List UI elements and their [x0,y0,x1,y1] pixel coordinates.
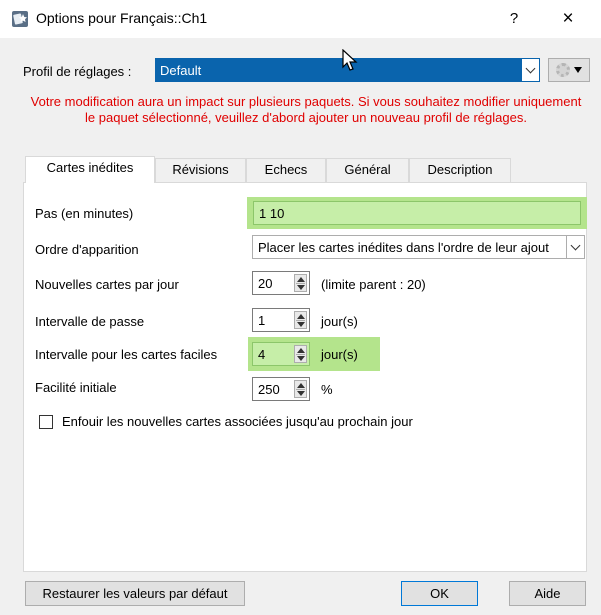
graduating-interval-value: 1 [258,313,266,328]
tab-description[interactable]: Description [409,158,511,182]
close-button[interactable]: × [552,7,584,31]
order-value: Placer les cartes inédites dans l'ordre … [258,240,549,255]
new-per-day-value: 20 [258,276,273,291]
spin-arrows-icon[interactable] [294,311,307,329]
easy-interval-value: 4 [258,347,266,362]
starting-ease-spinbox[interactable]: 250 [252,377,310,401]
new-per-day-spinbox[interactable]: 20 [252,271,310,295]
starting-ease-suffix: % [321,382,333,397]
dropdown-arrow-icon [574,67,582,73]
tab-cartes-inedites[interactable]: Cartes inédites [25,156,155,183]
bury-checkbox[interactable] [39,415,53,429]
help-button[interactable]: Aide [509,581,586,606]
steps-label: Pas (en minutes) [35,206,134,221]
new-per-day-label: Nouvelles cartes par jour [35,277,179,292]
spin-arrows-icon[interactable] [294,274,307,292]
warning-message: Votre modification aura un impact sur pl… [30,94,582,125]
bury-label[interactable]: Enfouir les nouvelles cartes associées j… [62,414,413,429]
spin-arrows-icon[interactable] [294,345,307,363]
starting-ease-label: Facilité initiale [35,380,117,395]
order-dropdown[interactable]: Placer les cartes inédites dans l'ordre … [252,235,585,259]
easy-interval-suffix: jour(s) [321,347,358,362]
profile-value: Default [160,63,202,78]
spin-arrows-icon[interactable] [294,380,307,398]
restore-defaults-button[interactable]: Restaurer les valeurs par défaut [25,581,245,606]
chevron-down-icon[interactable] [521,59,539,81]
graduating-interval-spinbox[interactable]: 1 [252,308,310,332]
ok-button[interactable]: OK [401,581,478,606]
easy-interval-label: Intervalle pour les cartes faciles [35,347,218,362]
profile-options-button[interactable] [548,58,590,82]
steps-value: 1 10 [259,206,285,221]
new-per-day-suffix: (limite parent : 20) [321,277,426,292]
graduating-interval-label: Intervalle de passe [35,314,145,329]
tab-echecs[interactable]: Echecs [246,158,326,182]
tab-general[interactable]: Général [326,158,409,182]
order-label: Ordre d'apparition [35,242,139,257]
tab-revisions[interactable]: Révisions [155,158,246,182]
steps-input[interactable]: 1 10 [253,201,581,225]
tab-panel: Pas (en minutes) 1 10 Ordre d'apparition… [23,182,587,572]
profile-label: Profil de réglages : [23,64,132,79]
starting-ease-value: 250 [258,382,280,397]
easy-interval-spinbox[interactable]: 4 [252,342,310,366]
gear-icon [556,63,570,77]
help-title-button[interactable]: ? [500,7,528,31]
app-icon [12,11,28,27]
mouse-cursor-icon [342,48,358,76]
chevron-down-icon[interactable] [566,236,584,258]
graduating-interval-suffix: jour(s) [321,314,358,329]
window-title: Options pour Français::Ch1 [36,10,208,26]
